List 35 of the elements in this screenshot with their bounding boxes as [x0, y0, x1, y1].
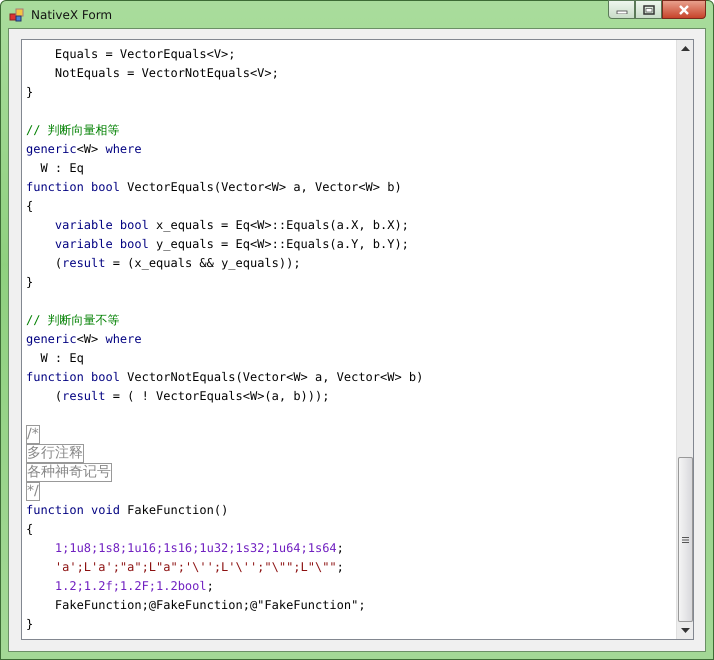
code-line: { [26, 198, 34, 215]
code-line: generic<W> where [26, 141, 142, 158]
code-line: // 判断向量不等 [26, 312, 120, 329]
maximize-icon [642, 4, 654, 14]
code-line: 'a';L'a';"a";L"a";'\'';L'\'';"\"";L"\""; [54, 559, 344, 576]
code-line: NotEquals = VectorNotEquals<V>; [54, 65, 279, 82]
maximize-button[interactable] [635, 0, 662, 19]
code-line: function void FakeFunction() [26, 502, 228, 519]
scroll-down-icon[interactable] [680, 628, 690, 633]
vertical-scrollbar[interactable] [676, 40, 693, 639]
code-line: (result = ( ! VectorEquals<W>(a, b))); [54, 388, 330, 405]
code-line: 1;1u8;1s8;1u16;1s16;1u32;1s32;1u64;1s64; [54, 540, 344, 557]
code-line: variable bool y_equals = Eq<W>::Equals(a.Y, b.Y); [54, 236, 409, 253]
code-line: function bool VectorEquals(Vector<W> a, Vector<W> b) [26, 179, 402, 196]
code-line: W : Eq [39, 160, 84, 177]
code-line: (result = (x_equals && y_equals)); [54, 255, 301, 272]
code-line: } [26, 616, 34, 633]
code-line: } [26, 84, 34, 101]
code-line: 1.2;1.2f;1.2F;1.2bool; [54, 578, 214, 595]
scrollbar-thumb[interactable] [678, 457, 692, 622]
code-line: generic<W> where [26, 331, 142, 348]
code-line: W : Eq [39, 350, 84, 367]
code-line: // 判断向量相等 [26, 122, 120, 139]
app-icon [9, 6, 25, 22]
code-line: } [26, 274, 34, 291]
code-line: function bool VectorNotEquals(Vector<W> a, Vector<W> b) [26, 369, 424, 386]
close-icon [677, 4, 691, 14]
window-title: NativeX Form [31, 8, 112, 22]
code-line: { [26, 521, 34, 538]
scroll-up-icon[interactable] [680, 46, 690, 51]
code-line: FakeFunction;@FakeFunction;@"FakeFunction"; [54, 597, 366, 614]
code-line: variable bool x_equals = Eq<W>::Equals(a.X, b.X); [54, 217, 409, 234]
code-line: Equals = VectorEquals<V>; [54, 46, 236, 63]
close-button[interactable] [662, 0, 706, 19]
minimize-button[interactable] [608, 0, 635, 19]
